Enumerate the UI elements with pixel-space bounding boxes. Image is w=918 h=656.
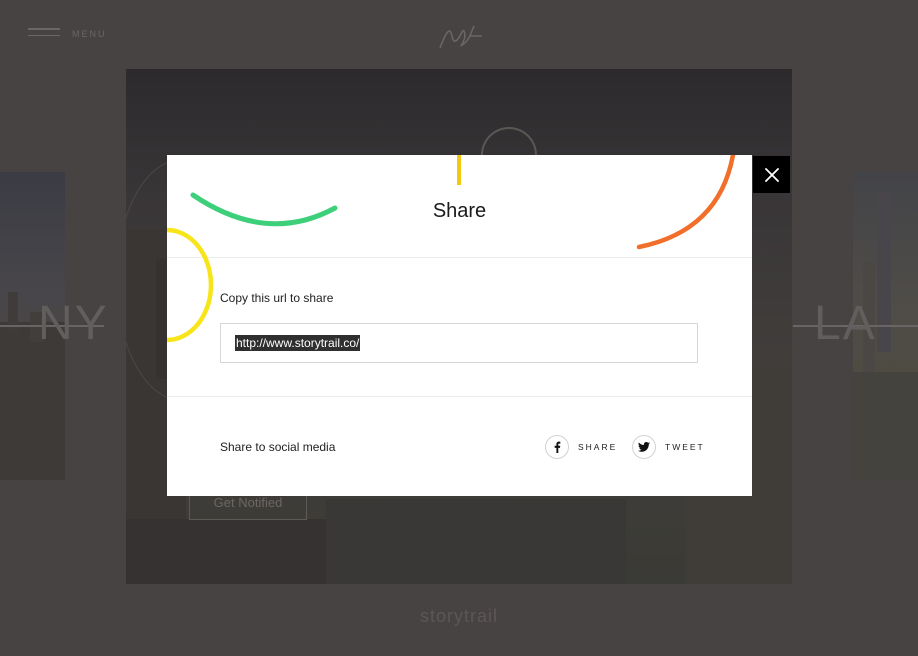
- close-button[interactable]: [753, 156, 790, 193]
- menu-icon[interactable]: [28, 28, 60, 42]
- facebook-share-button[interactable]: SHARE: [545, 434, 617, 460]
- city-label-right[interactable]: LA: [814, 296, 877, 351]
- facebook-share-label[interactable]: SHARE: [578, 442, 617, 452]
- city-label-left[interactable]: NY: [38, 296, 109, 351]
- footer-brand: storytrail: [420, 606, 499, 626]
- facebook-icon[interactable]: [545, 435, 569, 459]
- copy-url-label: Copy this url to share: [220, 291, 334, 305]
- share-url-field[interactable]: http://www.storytrail.co/: [220, 323, 698, 363]
- modal-divider: [167, 396, 752, 397]
- menu-label[interactable]: MENU: [72, 29, 107, 39]
- share-url-value[interactable]: http://www.storytrail.co/: [235, 335, 361, 351]
- twitter-share-label[interactable]: TWEET: [665, 442, 705, 452]
- modal-title: Share: [432, 200, 487, 222]
- site-header: MENU: [0, 0, 918, 68]
- twitter-icon[interactable]: [632, 435, 656, 459]
- share-modal: Share Copy this url to share http://www.…: [167, 155, 752, 496]
- social-media-label: Share to social media: [220, 440, 336, 454]
- storytrail-logo[interactable]: [436, 18, 486, 54]
- twitter-share-button[interactable]: TWEET: [632, 434, 705, 460]
- close-icon[interactable]: [764, 167, 779, 182]
